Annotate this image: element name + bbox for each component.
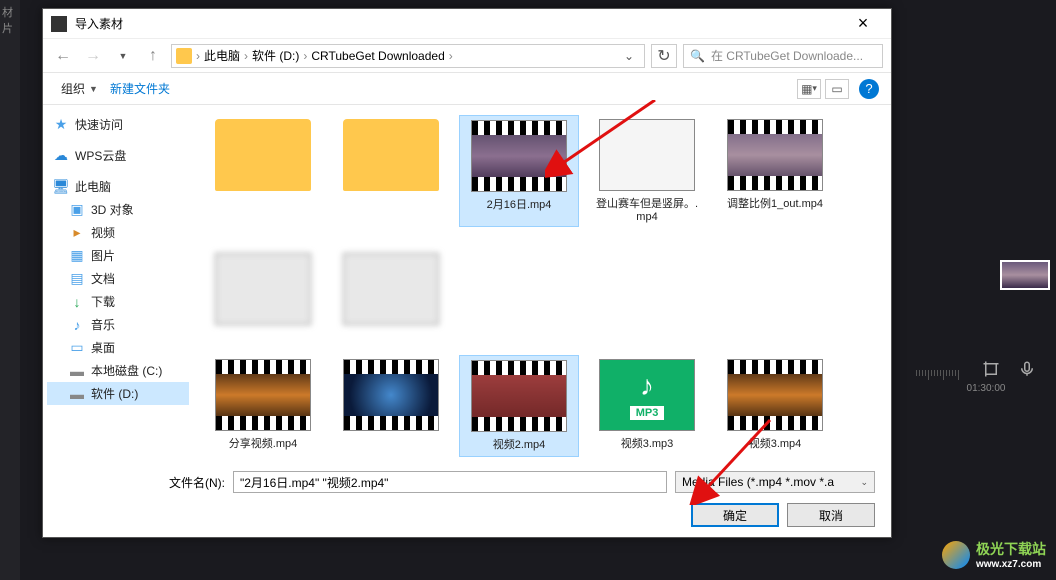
- sidebar-pictures[interactable]: ▦图片: [47, 244, 189, 267]
- file-thumbnail: [727, 119, 823, 191]
- sidebar-quick-access[interactable]: ★快速访问: [47, 113, 189, 136]
- sidebar-downloads[interactable]: ↓下载: [47, 290, 189, 313]
- sidebar-videos[interactable]: ▸视频: [47, 221, 189, 244]
- help-button[interactable]: ?: [859, 79, 879, 99]
- file-item[interactable]: [331, 355, 451, 457]
- recent-dropdown[interactable]: ▼: [111, 44, 135, 68]
- file-thumbnail: [343, 359, 439, 431]
- filename-label: 文件名(N):: [59, 474, 225, 491]
- file-thumbnail: [727, 359, 823, 431]
- breadcrumb-dropdown[interactable]: ⌄: [618, 49, 640, 63]
- sidebar-drive-d[interactable]: ▬软件 (D:): [47, 382, 189, 405]
- new-folder-button[interactable]: 新建文件夹: [104, 76, 176, 101]
- forward-button[interactable]: →: [81, 44, 105, 68]
- file-item[interactable]: 视频3.mp4: [715, 355, 835, 457]
- watermark-url: www.xz7.com: [976, 559, 1046, 570]
- app-icon: [51, 16, 67, 32]
- sidebar-desktop[interactable]: ▭桌面: [47, 336, 189, 359]
- dialog-main: ★快速访问 ☁WPS云盘 🖥此电脑 ▣3D 对象 ▸视频 ▦图片 ▤文档 ↓下载…: [43, 105, 891, 461]
- file-item[interactable]: ♪MP3 视频3.mp3: [587, 355, 707, 457]
- dialog-bottom-bar: 文件名(N): Media Files (*.mp4 *.mov *.a⌄ 确定…: [43, 461, 891, 537]
- file-item[interactable]: 2月16日.mp4: [459, 115, 579, 227]
- sidebar-local-disk-c[interactable]: ▬本地磁盘 (C:): [47, 359, 189, 382]
- file-name-label: 视频2.mp4: [493, 436, 546, 452]
- file-item[interactable]: [203, 249, 323, 333]
- filename-input[interactable]: [233, 471, 667, 493]
- refresh-button[interactable]: ↻: [651, 44, 677, 68]
- file-item[interactable]: [203, 115, 323, 227]
- sidebar-wps[interactable]: ☁WPS云盘: [47, 144, 189, 167]
- search-placeholder: 在 CRTubeGet Downloade...: [711, 47, 863, 64]
- file-name-label: 2月16日.mp4: [487, 196, 552, 212]
- file-thumbnail: [343, 253, 439, 325]
- file-name-label: 视频3.mp3: [621, 435, 674, 451]
- sidebar-3d-objects[interactable]: ▣3D 对象: [47, 198, 189, 221]
- file-item[interactable]: 调整比例1_out.mp4: [715, 115, 835, 227]
- timeline-timestamp: 01:30:00: [916, 383, 1056, 394]
- file-item[interactable]: [331, 249, 451, 333]
- file-thumbnail: [215, 253, 311, 325]
- search-input[interactable]: 🔍 在 CRTubeGet Downloade...: [683, 44, 883, 68]
- file-thumbnail: [343, 119, 439, 191]
- file-name-label: 登山赛车但是竖屏。.mp4: [592, 195, 702, 223]
- breadcrumb-folder[interactable]: CRTubeGet Downloaded: [311, 49, 444, 63]
- file-name-label: 分享视频.mp4: [229, 435, 297, 451]
- view-thumbnails-button[interactable]: ▦ ▾: [797, 79, 821, 99]
- nav-bar: ← → ▼ ↑ › 此电脑 › 软件 (D:) › CRTubeGet Down…: [43, 39, 891, 73]
- close-button[interactable]: ×: [843, 13, 883, 34]
- watermark: 极光下载站 www.xz7.com: [942, 539, 1046, 570]
- file-thumbnail: [215, 359, 311, 431]
- nav-sidebar: ★快速访问 ☁WPS云盘 🖥此电脑 ▣3D 对象 ▸视频 ▦图片 ▤文档 ↓下载…: [43, 105, 193, 461]
- file-item[interactable]: 视频2.mp4: [459, 355, 579, 457]
- file-thumbnail: ♪MP3: [599, 359, 695, 431]
- up-button[interactable]: ↑: [141, 44, 165, 68]
- dialog-title: 导入素材: [75, 15, 843, 32]
- sidebar-text: 材 片: [2, 4, 20, 36]
- sidebar-this-pc[interactable]: 🖥此电脑: [47, 175, 189, 198]
- dialog-toolbar: 组织 ▼ 新建文件夹 ▦ ▾ ▭ ?: [43, 73, 891, 105]
- file-item[interactable]: 登山赛车但是竖屏。.mp4: [587, 115, 707, 227]
- back-button[interactable]: ←: [51, 44, 75, 68]
- file-browser[interactable]: 2月16日.mp4 登山赛车但是竖屏。.mp4 调整比例1_out.mp4 分享视频.…: [193, 105, 891, 461]
- view-details-button[interactable]: ▭: [825, 79, 849, 99]
- file-item[interactable]: [331, 115, 451, 227]
- folder-icon: [176, 48, 192, 64]
- file-thumbnail: [599, 119, 695, 191]
- file-name-label: 视频3.mp4: [749, 435, 802, 451]
- import-dialog: 导入素材 × ← → ▼ ↑ › 此电脑 › 软件 (D:) › CRTubeG…: [42, 8, 892, 538]
- file-name-label: 调整比例1_out.mp4: [727, 195, 823, 211]
- preview-thumbnail[interactable]: [1000, 260, 1050, 290]
- file-thumbnail: [215, 119, 311, 191]
- file-thumbnail: [471, 360, 567, 432]
- organize-button[interactable]: 组织 ▼: [55, 76, 104, 101]
- breadcrumb-pc[interactable]: 此电脑: [204, 47, 240, 64]
- cancel-button[interactable]: 取消: [787, 503, 875, 527]
- file-thumbnail: [471, 120, 567, 192]
- watermark-brand: 极光下载站: [976, 539, 1046, 559]
- file-item[interactable]: 分享视频.mp4: [203, 355, 323, 457]
- ok-button[interactable]: 确定: [691, 503, 779, 527]
- watermark-logo-icon: [942, 541, 970, 569]
- sidebar-music[interactable]: ♪音乐: [47, 313, 189, 336]
- timeline: 01:30:00: [916, 370, 1056, 430]
- app-left-sidebar: 材 片: [0, 0, 20, 580]
- search-icon: 🔍: [690, 49, 705, 63]
- sidebar-documents[interactable]: ▤文档: [47, 267, 189, 290]
- filetype-select[interactable]: Media Files (*.mp4 *.mov *.a⌄: [675, 471, 875, 493]
- dialog-titlebar: 导入素材 ×: [43, 9, 891, 39]
- breadcrumb[interactable]: › 此电脑 › 软件 (D:) › CRTubeGet Downloaded ›…: [171, 44, 645, 68]
- breadcrumb-drive[interactable]: 软件 (D:): [252, 47, 299, 64]
